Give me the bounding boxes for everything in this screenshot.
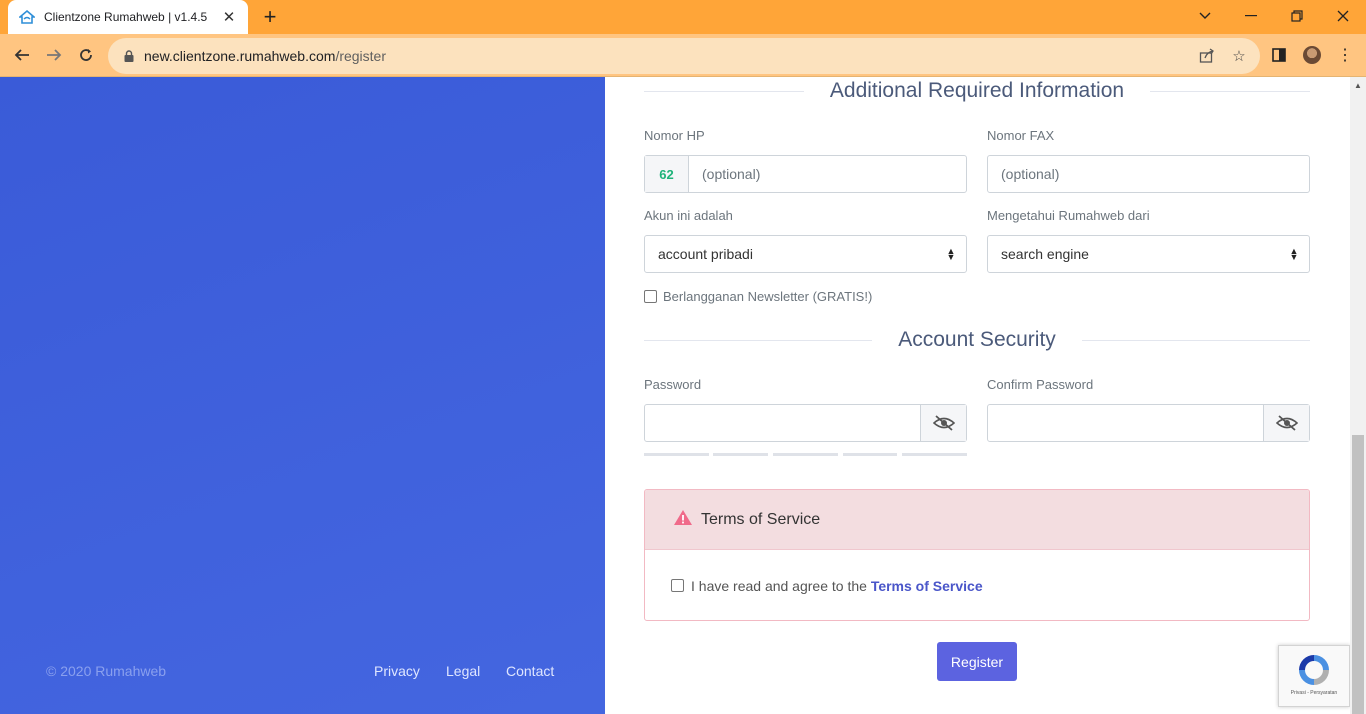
- password-strength-segment: [773, 453, 838, 456]
- tos-agree-checkbox[interactable]: [671, 579, 684, 592]
- referral-source-select[interactable]: search engine ▲ ▼: [987, 235, 1310, 273]
- rumahweb-favicon-icon: [18, 8, 36, 26]
- url-path: /register: [335, 48, 387, 64]
- eye-slash-icon: [1275, 415, 1298, 431]
- toggle-confirm-visibility-button[interactable]: [1263, 405, 1309, 441]
- copyright-text: © 2020 Rumahweb: [46, 663, 167, 679]
- footer-legal-link[interactable]: Legal: [446, 663, 480, 679]
- password-input[interactable]: [644, 404, 967, 442]
- footer-privacy-link[interactable]: Privacy: [374, 663, 420, 679]
- referral-source-label: Mengetahui Rumahweb dari: [987, 208, 1150, 223]
- section-additional-heading: Additional Required Information: [644, 76, 1310, 106]
- tos-body: I have read and agree to the Terms of Se…: [645, 550, 1309, 620]
- bookmark-star-icon[interactable]: ☆: [1230, 47, 1248, 65]
- tos-header: Terms of Service: [645, 490, 1309, 550]
- share-icon[interactable]: [1198, 47, 1216, 65]
- password-strength-segment: [644, 453, 709, 456]
- forward-icon[interactable]: [42, 43, 66, 67]
- phone-country-prefix: 62: [645, 156, 689, 192]
- password-strength-segment: [843, 453, 897, 456]
- close-window-icon[interactable]: [1320, 4, 1366, 28]
- minimize-icon[interactable]: [1228, 4, 1274, 28]
- account-type-label: Akun ini adalah: [644, 208, 733, 223]
- browser-tab-strip: Clientzone Rumahweb | v1.4.5 ✕ +: [0, 0, 1366, 34]
- account-type-value: account pribadi: [658, 246, 753, 262]
- phone-input[interactable]: (optional): [689, 166, 760, 182]
- phone-label: Nomor HP: [644, 128, 705, 143]
- tos-agree-text: I have read and agree to the: [691, 577, 871, 594]
- password-strength-segment: [713, 453, 768, 456]
- menu-kebab-icon[interactable]: ⋮: [1334, 44, 1356, 66]
- select-caret-icon: ▲ ▼: [1289, 246, 1299, 262]
- referral-source-value: search engine: [1001, 246, 1089, 262]
- tos-agree-label: I have read and agree to the Terms of Se…: [691, 578, 983, 594]
- back-icon[interactable]: [10, 43, 34, 67]
- recaptcha-terms-text[interactable]: Privasi - Persyaratan: [1291, 690, 1337, 696]
- section-additional-title: Additional Required Information: [829, 79, 1125, 102]
- password-label: Password: [644, 377, 702, 392]
- profile-avatar[interactable]: [1301, 44, 1323, 66]
- confirm-password-input[interactable]: [987, 404, 1310, 442]
- browser-toolbar: new.clientzone.rumahweb.com/register ☆ ⋮: [0, 34, 1366, 77]
- account-type-select[interactable]: account pribadi ▲ ▼: [644, 235, 967, 273]
- reload-icon[interactable]: [74, 43, 98, 67]
- toggle-password-visibility-button[interactable]: [920, 405, 966, 441]
- recaptcha-icon: [1299, 655, 1329, 685]
- fax-placeholder: (optional): [1001, 166, 1060, 182]
- select-caret-icon: ▲ ▼: [946, 246, 956, 262]
- left-brand-panel: © 2020 Rumahweb Privacy Legal Contact: [0, 77, 605, 714]
- footer-contact-link[interactable]: Contact: [506, 663, 554, 679]
- new-tab-icon[interactable]: +: [260, 6, 280, 28]
- tab-title: Clientzone Rumahweb | v1.4.5: [44, 10, 208, 24]
- url-host: new.clientzone.rumahweb.com: [144, 48, 336, 64]
- terms-of-service-box: Terms of Service I have read and agree t…: [644, 489, 1310, 621]
- password-strength-segment: [902, 453, 967, 456]
- tab-close-icon[interactable]: ✕: [220, 8, 238, 26]
- eye-slash-icon: [932, 415, 955, 431]
- browser-tab[interactable]: Clientzone Rumahweb | v1.4.5 ✕: [8, 0, 248, 34]
- address-bar[interactable]: new.clientzone.rumahweb.com/register ☆: [108, 38, 1260, 74]
- restore-icon[interactable]: [1274, 4, 1320, 28]
- section-security-heading: Account Security: [644, 325, 1311, 355]
- fax-label: Nomor FAX: [987, 128, 1055, 143]
- side-panel-icon[interactable]: [1268, 44, 1290, 66]
- newsletter-label: Berlangganan Newsletter (GRATIS!): [663, 289, 873, 304]
- newsletter-checkbox[interactable]: [644, 290, 657, 303]
- register-button[interactable]: Register: [937, 642, 1017, 681]
- tos-title: Terms of Service: [701, 510, 821, 528]
- fax-input[interactable]: (optional): [987, 155, 1310, 193]
- recaptcha-badge[interactable]: Privasi - Persyaratan: [1278, 645, 1350, 707]
- page-scrollbar[interactable]: ▲: [1350, 77, 1366, 714]
- tab-search-icon[interactable]: [1182, 4, 1228, 28]
- confirm-password-label: Confirm Password: [987, 377, 1094, 392]
- scrollbar-thumb[interactable]: [1352, 435, 1364, 714]
- warning-icon: [673, 509, 693, 531]
- lock-icon: [122, 49, 136, 63]
- tos-link[interactable]: Terms of Service: [871, 578, 983, 594]
- section-security-title: Account Security: [898, 328, 1056, 351]
- phone-input-group[interactable]: 62 (optional): [644, 155, 967, 193]
- scroll-up-arrow-icon[interactable]: ▲: [1350, 77, 1366, 93]
